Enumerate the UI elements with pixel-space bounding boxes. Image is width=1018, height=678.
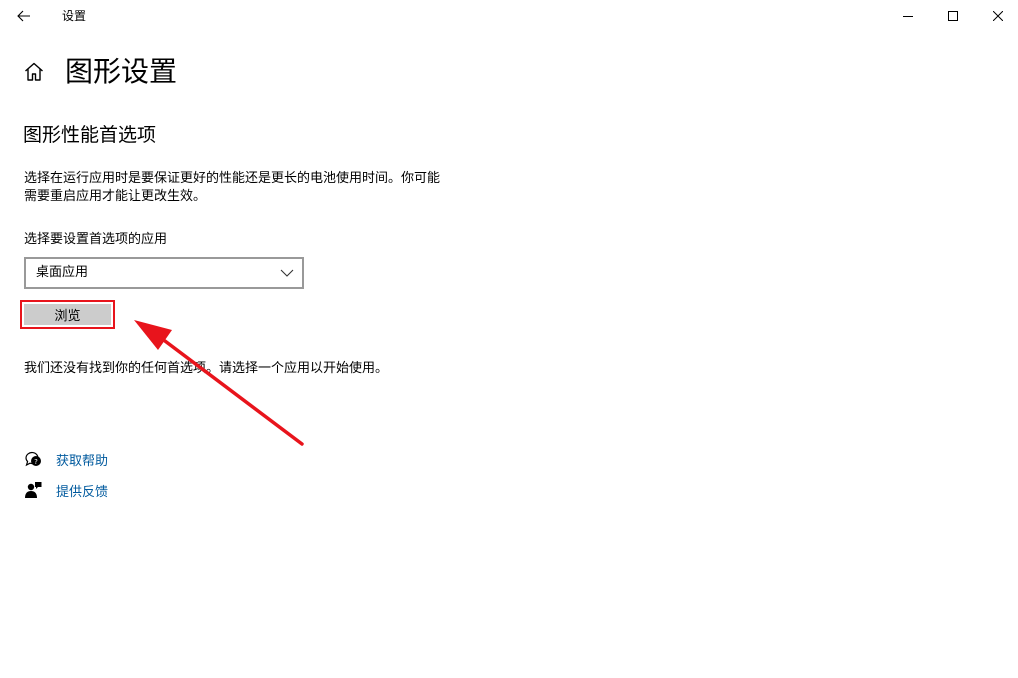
maximize-icon [948, 11, 958, 21]
empty-preferences-message: 我们还没有找到你的任何首选项。请选择一个应用以开始使用。 [24, 361, 389, 376]
app-selector-label: 选择要设置首选项的应用 [24, 232, 168, 247]
chevron-down-icon [280, 269, 294, 277]
home-button[interactable] [23, 61, 45, 83]
settings-window: 设置 图形设置 图形性能首选项 选择在运行应用时是要保证更好的性能还是更长的电池… [0, 0, 1018, 678]
back-button[interactable] [10, 4, 38, 28]
give-feedback-link[interactable]: 提供反馈 [24, 480, 108, 500]
svg-text:?: ? [34, 458, 38, 466]
give-feedback-label: 提供反馈 [56, 484, 109, 500]
description-line-1: 选择在运行应用时是要保证更好的性能还是更长的电池使用时间。你可能 [24, 171, 441, 186]
minimize-icon [903, 16, 913, 17]
close-icon [993, 11, 1003, 21]
chat-help-icon: ? [25, 451, 41, 467]
description-line-2: 需要重启应用才能让更改生效。 [24, 189, 207, 204]
annotation-arrow [134, 320, 304, 446]
section-description: 选择在运行应用时是要保证更好的性能还是更长的电池使用时间。你可能 需要重启应用才… [24, 170, 484, 206]
minimize-button[interactable] [885, 0, 931, 32]
close-button[interactable] [975, 0, 1018, 32]
feedback-person-icon [25, 482, 42, 498]
title-bar: 设置 [0, 0, 1018, 32]
page-title: 图形设置 [65, 55, 178, 88]
window-title: 设置 [62, 9, 87, 23]
app-type-dropdown[interactable]: 桌面应用 [24, 257, 304, 289]
app-type-selected-value: 桌面应用 [36, 265, 89, 280]
get-help-label: 获取帮助 [56, 453, 109, 469]
home-icon [25, 62, 43, 81]
get-help-link[interactable]: ? 获取帮助 [24, 449, 108, 469]
browse-button[interactable]: 浏览 [24, 304, 111, 325]
back-arrow-icon [17, 10, 30, 22]
maximize-button[interactable] [930, 0, 976, 32]
section-title: 图形性能首选项 [23, 124, 157, 146]
